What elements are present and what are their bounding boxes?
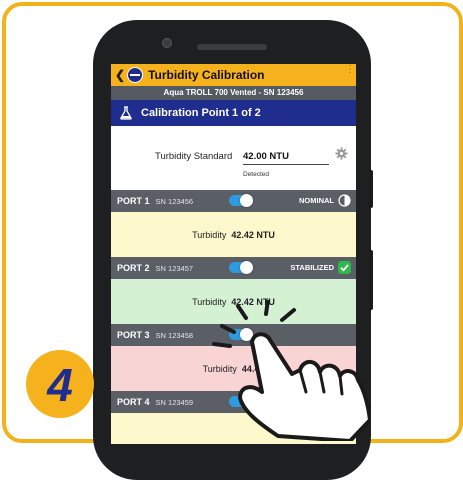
phone-power-button	[369, 170, 373, 208]
port-1-toggle[interactable]	[229, 194, 253, 207]
standard-detected-text: Detected	[243, 171, 270, 178]
toggle-knob	[240, 261, 253, 274]
port-2-toggle[interactable]	[229, 261, 253, 274]
flask-icon	[120, 106, 132, 120]
port-reading-1: Turbidity 42.42 NTU	[111, 212, 356, 257]
check-icon	[338, 261, 351, 274]
back-chevron-icon[interactable]: ❮	[115, 68, 125, 82]
standard-label: Turbidity Standard	[155, 151, 233, 162]
tap-hand-icon	[212, 300, 370, 441]
overflow-menu-icon[interactable]: ⋮	[345, 65, 355, 75]
port-name: PORT 1	[117, 196, 150, 206]
port-status-text: NOMINAL	[299, 196, 334, 205]
port-name: PORT 2	[117, 263, 150, 273]
standard-section: Turbidity Standard 42.00 NTU Detected	[111, 126, 356, 190]
port-status-text: STABILIZED	[290, 263, 334, 272]
page-title: Turbidity Calibration	[148, 68, 265, 82]
port-serial: SN 123456	[155, 196, 194, 206]
port-serial: SN 123458	[155, 330, 194, 340]
speaker-grille	[197, 44, 267, 50]
gear-icon[interactable]	[335, 147, 348, 160]
half-circle-icon	[338, 194, 351, 207]
reading-label: Turbidity	[192, 229, 227, 240]
step-number: 4	[47, 359, 73, 411]
camera-icon	[162, 38, 172, 48]
port-serial: SN 123459	[155, 397, 194, 407]
toggle-knob	[240, 194, 253, 207]
reading-value: 42.42 NTU	[231, 229, 275, 240]
calibration-header: Calibration Point 1 of 2	[111, 100, 356, 126]
port-header-1: PORT 1 SN 123456 NOMINAL	[111, 190, 356, 212]
device-label: Aqua TROLL 700 Vented - SN 123456	[111, 86, 356, 100]
port-name: PORT 4	[117, 397, 150, 407]
port-serial: SN 123457	[155, 263, 194, 273]
port-name: PORT 3	[117, 330, 150, 340]
calibration-point-title: Calibration Point 1 of 2	[141, 107, 261, 119]
app-bar: ❮ Turbidity Calibration ⋮	[111, 64, 356, 86]
logo-icon	[127, 67, 144, 83]
standard-value-field[interactable]: 42.00 NTU	[243, 151, 329, 165]
port-header-2: PORT 2 SN 123457 STABILIZED	[111, 257, 356, 279]
